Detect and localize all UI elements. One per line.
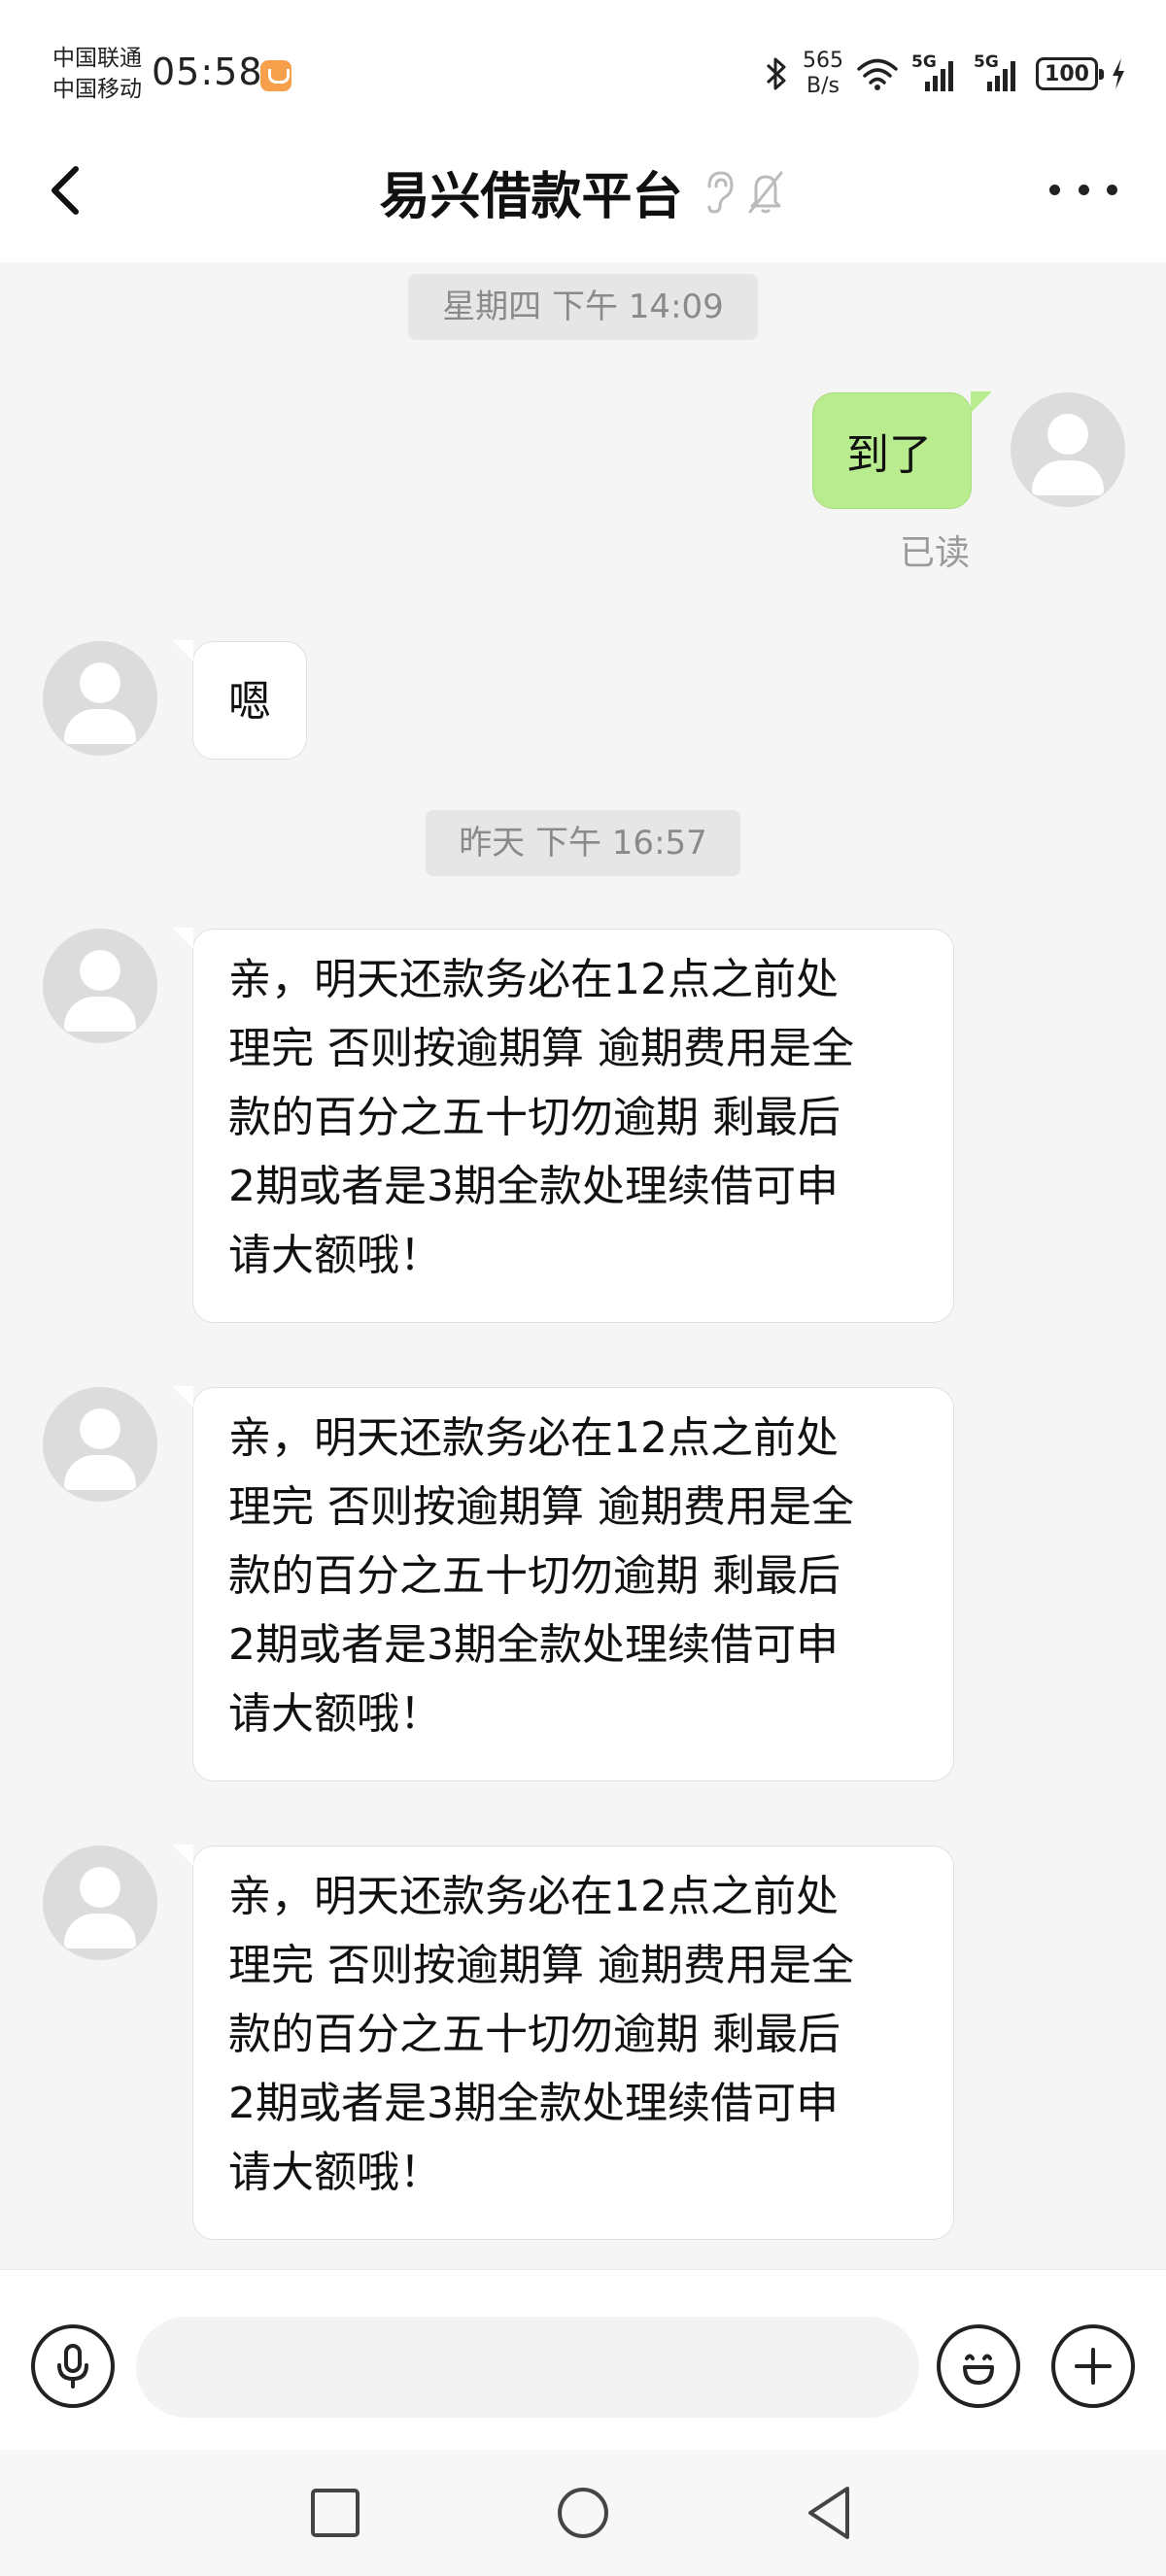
home-button[interactable]	[549, 2479, 617, 2547]
back-nav-button[interactable]	[797, 2479, 865, 2547]
my-avatar[interactable]	[1011, 392, 1125, 507]
home-icon	[558, 2488, 608, 2538]
sim2-signal: 5G	[974, 52, 1024, 95]
signal-icon	[925, 61, 953, 91]
plus-icon	[1075, 2348, 1112, 2385]
sim1-signal: 5G	[911, 52, 962, 95]
battery-icon: 100	[1036, 57, 1104, 90]
emoji-icon	[963, 2354, 994, 2385]
incoming-message[interactable]: 亲，明天还款务必在12点之前处 理完 否则按逾期算 逾期费用是全 款的百分之五十…	[172, 928, 954, 1323]
voice-button[interactable]	[31, 2324, 115, 2408]
add-button[interactable]	[1051, 2324, 1135, 2408]
contact-avatar[interactable]	[43, 1387, 157, 1502]
status-time: 05:58	[152, 51, 263, 93]
incoming-message[interactable]: 亲，明天还款务必在12点之前处 理完 否则按逾期算 逾期费用是全 款的百分之五十…	[172, 1386, 954, 1781]
title-status-icons	[702, 167, 787, 218]
read-status: 已读	[900, 533, 971, 573]
microphone-icon	[57, 2344, 88, 2389]
contact-avatar[interactable]	[43, 641, 157, 756]
more-icon	[1049, 184, 1060, 195]
mute-bell-icon	[748, 171, 783, 213]
outgoing-message[interactable]: 到了	[812, 391, 992, 509]
chat-header: 易兴借款平台	[0, 126, 1166, 262]
carrier-2: 中国移动	[52, 77, 142, 102]
wifi-icon	[857, 58, 898, 90]
contact-avatar[interactable]	[43, 1846, 157, 1960]
status-bar: 中国联通 中国移动 05:58 565 B/s 5G 5G 100	[0, 0, 1166, 126]
back-triangle-icon	[808, 2487, 849, 2539]
net-speed: 565 B/s	[803, 49, 843, 98]
system-nav-bar	[0, 2450, 1166, 2576]
bluetooth-icon	[766, 57, 786, 90]
timestamp-divider: 昨天 下午 16:57	[426, 810, 740, 876]
charging-icon	[1113, 58, 1124, 89]
recent-apps-button[interactable]	[301, 2479, 369, 2547]
emoji-button[interactable]	[937, 2324, 1020, 2408]
more-button[interactable]	[1049, 165, 1117, 214]
signal-icon	[987, 61, 1015, 91]
carrier-1: 中国联通	[52, 46, 142, 71]
page-title: 易兴借款平台	[379, 168, 683, 226]
ear-icon	[707, 170, 734, 214]
app-notification-icon	[260, 60, 292, 91]
message-list[interactable]: 星期四 下午 14:09 到了 已读 嗯 昨天 下午 16:57 亲，明天还款务…	[0, 262, 1166, 2269]
input-bar	[0, 2269, 1166, 2450]
incoming-message[interactable]: 嗯	[172, 640, 307, 760]
title-area: 易兴借款平台	[0, 155, 1166, 228]
timestamp-divider: 星期四 下午 14:09	[408, 274, 758, 340]
incoming-message[interactable]: 亲，明天还款务必在12点之前处 理完 否则按逾期算 逾期费用是全 款的百分之五十…	[172, 1845, 954, 2240]
recent-apps-icon	[311, 2489, 360, 2537]
contact-avatar[interactable]	[43, 929, 157, 1043]
status-icons: 565 B/s 5G 5G 100	[762, 45, 1127, 103]
carrier-info: 中国联通 中国移动	[52, 43, 142, 105]
message-input[interactable]	[136, 2317, 919, 2418]
